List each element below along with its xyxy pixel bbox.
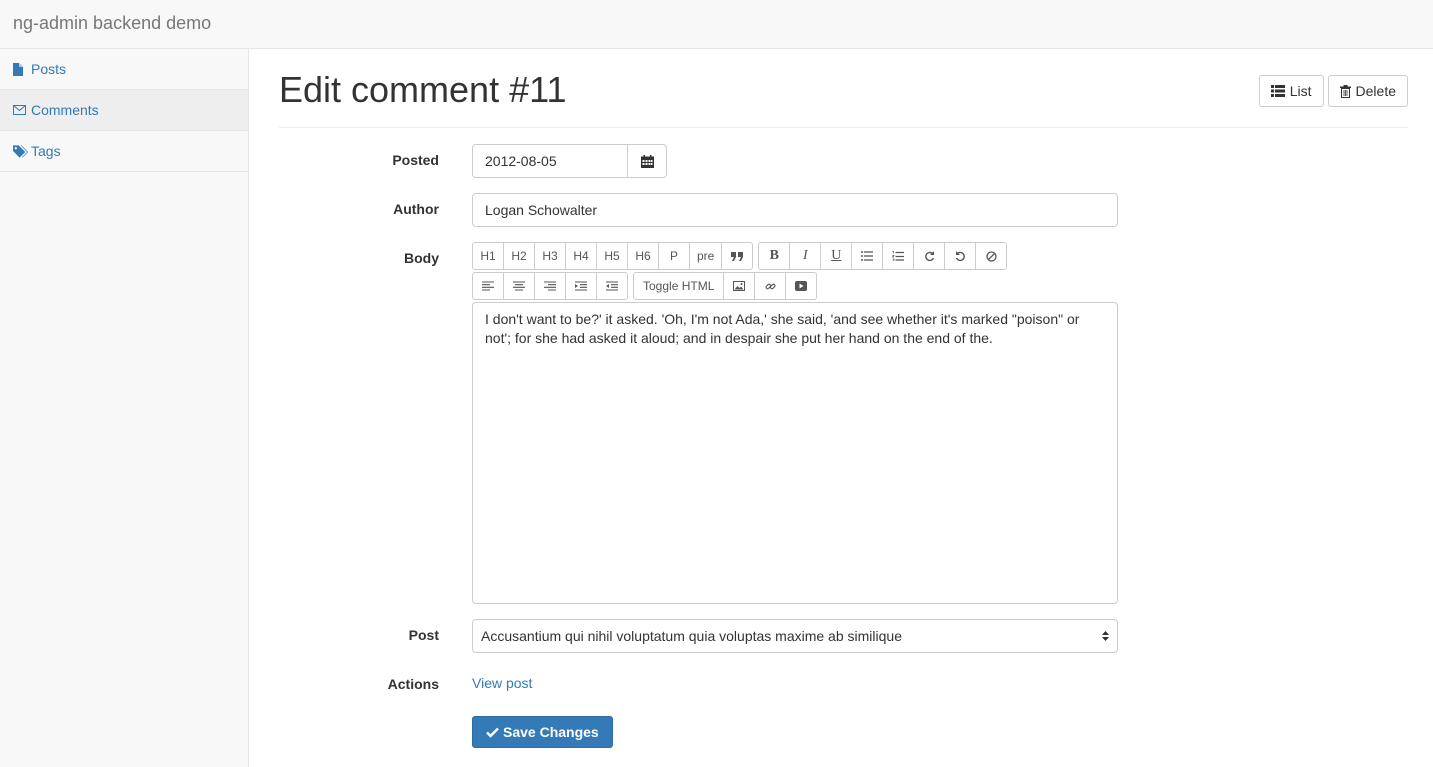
- body-editor: H1 H2 H3 H4 H5 H6 P pre B I U Toggle HTM…: [472, 242, 1118, 604]
- sidebar-item-posts[interactable]: Posts: [0, 49, 248, 90]
- delete-button[interactable]: Delete: [1327, 75, 1408, 107]
- underline-icon: U: [831, 248, 842, 263]
- tags-icon: [13, 144, 29, 158]
- link-icon: [765, 281, 776, 292]
- h1-button[interactable]: H1: [472, 242, 504, 270]
- envelope-icon: [13, 105, 29, 115]
- align-right-button[interactable]: [534, 272, 566, 300]
- sidebar-item-label: Comments: [31, 102, 99, 118]
- delete-button-label: Delete: [1355, 83, 1396, 99]
- ban-icon: [986, 250, 997, 262]
- posted-date-group: 2012-08-05: [472, 144, 667, 178]
- pre-button[interactable]: pre: [689, 242, 723, 270]
- align-center-button[interactable]: [503, 272, 535, 300]
- image-icon: [733, 281, 746, 291]
- sidebar: Posts Comments Tags: [0, 49, 249, 767]
- numbered-list-button[interactable]: [882, 242, 915, 270]
- bullet-list-button[interactable]: [851, 242, 884, 270]
- calendar-icon: [640, 154, 654, 168]
- author-label: Author: [393, 201, 439, 217]
- post-select[interactable]: Accusantium qui nihil voluptatum quia vo…: [472, 619, 1118, 653]
- insert-link-button[interactable]: [754, 272, 787, 300]
- redo-button[interactable]: [913, 242, 946, 270]
- indent-button[interactable]: [565, 272, 597, 300]
- actions-label: Actions: [387, 676, 439, 692]
- outdent-button[interactable]: [596, 272, 628, 300]
- header-actions: List Delete: [1258, 75, 1408, 107]
- h4-button[interactable]: H4: [565, 242, 597, 270]
- outdent-icon: [606, 281, 618, 291]
- quote-button[interactable]: [721, 242, 754, 270]
- view-post-link[interactable]: View post: [472, 675, 532, 691]
- save-button-label: Save Changes: [503, 724, 599, 740]
- heading-button-group: H1 H2 H3 H4 H5 H6 P pre: [472, 242, 754, 270]
- list-button-label: List: [1289, 83, 1312, 99]
- body-textarea[interactable]: I don't want to be?' it asked. 'Oh, I'm …: [472, 302, 1118, 604]
- insert-video-button[interactable]: [785, 272, 818, 300]
- numbered-list-icon: [892, 251, 905, 261]
- underline-button[interactable]: U: [820, 242, 853, 270]
- redo-icon: [924, 250, 935, 262]
- align-right-icon: [544, 281, 556, 291]
- trash-icon: [1339, 84, 1351, 98]
- format-button-group: B I U: [758, 242, 1008, 270]
- italic-icon: I: [803, 248, 808, 263]
- align-center-icon: [513, 281, 525, 291]
- align-left-button[interactable]: [472, 272, 504, 300]
- toggle-html-button[interactable]: Toggle HTML: [633, 272, 725, 300]
- header-divider: [279, 127, 1408, 128]
- indent-icon: [575, 281, 587, 291]
- clear-format-button[interactable]: [975, 242, 1008, 270]
- body-label: Body: [404, 250, 439, 266]
- bold-button[interactable]: B: [758, 242, 791, 270]
- sidebar-item-comments[interactable]: Comments: [0, 90, 248, 131]
- file-icon: [13, 62, 29, 76]
- list-icon: [1270, 85, 1285, 97]
- bullet-list-icon: [861, 251, 874, 261]
- italic-button[interactable]: I: [789, 242, 822, 270]
- page-title: Edit comment #11: [279, 69, 567, 110]
- video-icon: [795, 281, 808, 291]
- editor-toolbar-row-1: H1 H2 H3 H4 H5 H6 P pre B I U: [472, 242, 1118, 270]
- quote-icon: [731, 251, 744, 261]
- posted-date-input[interactable]: 2012-08-05: [472, 144, 628, 178]
- check-icon: [486, 727, 499, 738]
- undo-icon: [955, 250, 966, 262]
- h5-button[interactable]: H5: [596, 242, 628, 270]
- align-button-group: [472, 272, 628, 300]
- align-left-icon: [482, 281, 494, 291]
- sidebar-item-label: Posts: [31, 61, 67, 77]
- list-button[interactable]: List: [1258, 75, 1324, 107]
- insert-image-button[interactable]: [723, 272, 756, 300]
- insert-button-group: Toggle HTML: [633, 272, 818, 300]
- save-button[interactable]: Save Changes: [472, 716, 613, 748]
- h2-button[interactable]: H2: [503, 242, 535, 270]
- editor-toolbar-row-2: Toggle HTML: [472, 272, 1118, 300]
- calendar-button[interactable]: [628, 144, 667, 178]
- author-input[interactable]: Logan Schowalter: [472, 193, 1118, 227]
- select-arrows-icon: [1102, 630, 1109, 642]
- post-label: Post: [408, 627, 439, 643]
- h3-button[interactable]: H3: [534, 242, 566, 270]
- posted-label: Posted: [392, 152, 439, 168]
- bold-icon: B: [769, 248, 780, 263]
- sidebar-item-tags[interactable]: Tags: [0, 131, 248, 172]
- h6-button[interactable]: H6: [627, 242, 659, 270]
- p-button[interactable]: P: [658, 242, 690, 270]
- sidebar-item-label: Tags: [31, 143, 61, 159]
- app-brand[interactable]: ng-admin backend demo: [13, 13, 211, 34]
- undo-button[interactable]: [944, 242, 977, 270]
- top-navbar: ng-admin backend demo: [0, 0, 1433, 49]
- post-select-value: Accusantium qui nihil voluptatum quia vo…: [481, 628, 902, 644]
